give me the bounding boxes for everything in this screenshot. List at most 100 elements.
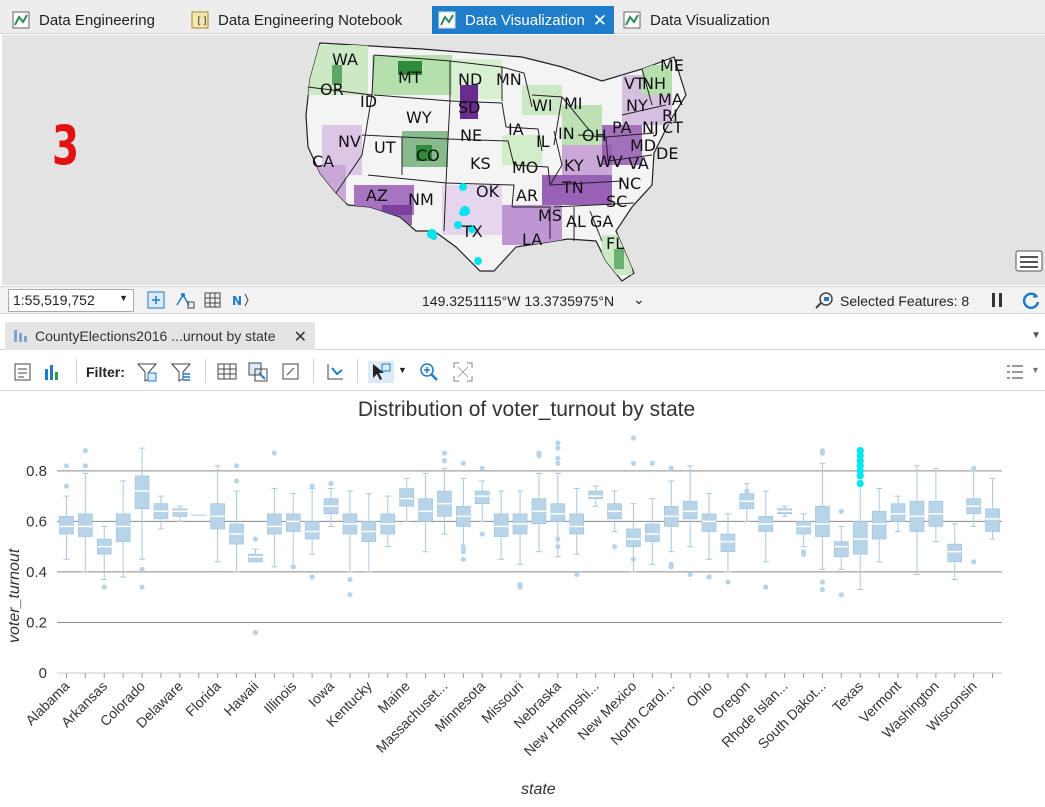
zoom-in-icon[interactable] <box>418 361 440 383</box>
list-icon[interactable] <box>1004 361 1026 383</box>
box-missouri[interactable] <box>512 490 528 590</box>
box-alabama[interactable] <box>59 463 74 560</box>
chart-properties-icon[interactable] <box>12 361 34 383</box>
box-michigan[interactable] <box>456 460 471 562</box>
outlier-point[interactable] <box>630 460 637 466</box>
pause-icon[interactable] <box>986 290 1008 310</box>
tab-data-visualization-active[interactable]: Data Visualization ✕ <box>432 6 614 34</box>
box-iowa[interactable] <box>323 480 339 527</box>
outlier-point[interactable] <box>668 564 674 570</box>
box-nebraska[interactable] <box>550 440 566 558</box>
box-mississippi[interactable] <box>493 490 509 560</box>
outlier-point[interactable] <box>555 440 561 446</box>
box-indiana[interactable] <box>304 483 320 580</box>
tab-chart-voter-turnout[interactable]: CountyElections2016 ...urnout by state ✕ <box>5 322 315 350</box>
box-montana[interactable] <box>531 450 547 553</box>
box-pennsylvania[interactable] <box>758 490 774 590</box>
select-tool-icon[interactable] <box>368 361 394 383</box>
outlier-point[interactable] <box>555 544 561 550</box>
outlier-point[interactable] <box>139 584 145 590</box>
selected-outlier[interactable] <box>856 447 864 455</box>
outlier-point[interactable] <box>763 584 769 590</box>
box-rhode-island[interactable] <box>777 505 792 517</box>
box-oregon[interactable] <box>739 482 755 522</box>
box-oklahoma[interactable] <box>720 513 736 585</box>
outlier-point[interactable] <box>479 465 485 471</box>
fixed-zoom-icon[interactable] <box>146 290 168 310</box>
box-colorado[interactable] <box>134 447 150 590</box>
select-features-icon[interactable] <box>814 290 836 310</box>
refresh-icon[interactable] <box>1020 290 1042 310</box>
outlier-point[interactable] <box>838 592 844 598</box>
chevron-down-icon[interactable]: ▼ <box>1031 365 1040 375</box>
box-new-jersey[interactable] <box>607 490 622 550</box>
map-view[interactable]: WA OR CA ID NV MT WY UT AZ CO NM ND SD NE KS OK TX MN IA MO… <box>2 35 1045 285</box>
outlier-point[interactable] <box>309 574 315 580</box>
box-wyoming[interactable] <box>985 477 1000 540</box>
box-district-of-columbia[interactable] <box>191 513 207 516</box>
box-georgia[interactable] <box>229 463 244 573</box>
box-illinois[interactable] <box>285 493 301 570</box>
tab-data-engineering[interactable]: Data Engineering <box>6 6 155 34</box>
box-idaho[interactable] <box>267 450 282 568</box>
outlier-point[interactable] <box>139 566 145 572</box>
outlier-point[interactable] <box>819 579 826 585</box>
box-louisiana[interactable] <box>380 495 396 548</box>
outlier-point[interactable] <box>574 571 580 578</box>
box-maryland[interactable] <box>418 472 433 553</box>
outlier-point[interactable] <box>706 574 712 580</box>
snapping-icon[interactable] <box>174 290 196 310</box>
outlier-point[interactable] <box>819 587 826 593</box>
box-virginia[interactable] <box>909 465 925 575</box>
box-south-carolina[interactable] <box>796 513 811 557</box>
outlier-point[interactable] <box>479 531 485 537</box>
outlier-point[interactable] <box>687 571 693 578</box>
chevron-down-icon[interactable]: ▼ <box>1031 330 1041 341</box>
box-kansas[interactable] <box>342 490 358 598</box>
filter-by-extent-icon[interactable] <box>136 361 158 383</box>
box-florida[interactable] <box>210 465 225 563</box>
outlier-point[interactable] <box>271 450 277 456</box>
tab-data-visualization[interactable]: Data Visualization <box>617 6 770 34</box>
box-delaware[interactable] <box>172 505 188 522</box>
chevron-down-icon[interactable]: ⌄ <box>633 291 645 308</box>
outlier-point[interactable] <box>555 460 561 466</box>
map-scale-select[interactable]: 1:55,519,752 ▼ <box>8 289 134 312</box>
box-connecticut[interactable] <box>153 495 169 530</box>
outlier-point[interactable] <box>233 463 240 469</box>
outlier-point[interactable] <box>611 544 618 550</box>
box-new-mexico[interactable] <box>626 435 641 573</box>
outlier-point[interactable] <box>460 460 466 466</box>
clear-selection-icon[interactable] <box>280 361 302 383</box>
full-extent-icon[interactable] <box>452 361 474 383</box>
box-new-york[interactable] <box>645 460 660 565</box>
box-arkansas[interactable] <box>96 525 112 590</box>
export-chart-icon[interactable] <box>324 361 346 383</box>
outlier-point[interactable] <box>725 579 731 585</box>
outlier-point[interactable] <box>328 480 334 487</box>
add-chart-icon[interactable] <box>42 361 64 383</box>
box-minnesota[interactable] <box>474 465 490 537</box>
box-new-hampshire[interactable] <box>588 485 603 507</box>
grid-icon[interactable] <box>202 290 224 310</box>
box-west-virginia[interactable] <box>947 523 963 581</box>
outlier-point[interactable] <box>555 536 561 542</box>
outlier-point[interactable] <box>233 478 240 484</box>
box-vermont[interactable] <box>890 495 906 532</box>
outlier-point[interactable] <box>309 483 315 489</box>
outlier-point[interactable] <box>555 445 561 451</box>
outlier-point[interactable] <box>555 455 561 461</box>
outlier-point[interactable] <box>82 448 88 454</box>
outlier-point[interactable] <box>101 584 107 590</box>
chart-area[interactable]: Distribution of voter_turnout by state 0… <box>0 392 1045 807</box>
tab-data-engineering-notebook[interactable]: [] Data Engineering Notebook <box>185 6 402 34</box>
outlier-point[interactable] <box>252 536 259 542</box>
outlier-point[interactable] <box>460 556 466 562</box>
box-texas[interactable] <box>852 447 868 591</box>
outlier-point[interactable] <box>63 483 70 489</box>
box-plot[interactable]: 00.20.40.60.8AlabamaArkansasColoradoDela… <box>0 392 1045 807</box>
filter-by-selection-icon[interactable] <box>170 361 192 383</box>
outlier-point[interactable] <box>252 629 259 636</box>
outlier-point[interactable] <box>630 435 637 441</box>
outlier-point[interactable] <box>744 488 750 494</box>
